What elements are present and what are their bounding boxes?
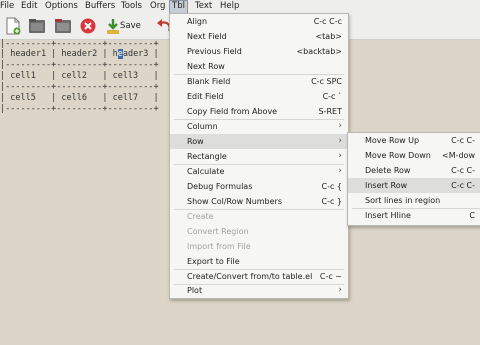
menu-item-next-field[interactable]: Next Field <tab>	[170, 29, 348, 44]
submenu-arrow-icon: ›	[338, 151, 342, 161]
table-text: ader3 |	[122, 49, 159, 59]
menu-item-calculate[interactable]: Calculate ›	[170, 164, 348, 179]
open-folder-icon[interactable]	[28, 17, 46, 35]
menu-item-create: Create	[187, 212, 214, 221]
menu-text[interactable]: Text	[195, 1, 212, 13]
table-text: | header1 | header2 | h	[0, 49, 118, 59]
menu-item-row[interactable]: Row ›	[170, 134, 348, 149]
submenu-arrow-icon: ›	[338, 136, 342, 146]
menu-item-copy-field-from-above[interactable]: Copy Field from Above S-RET	[170, 104, 348, 119]
menu-item-blank-field[interactable]: Blank Field C-c SPC	[170, 74, 348, 89]
menu-buffers[interactable]: Buffers	[85, 1, 115, 13]
menu-edit[interactable]: Edit	[21, 1, 37, 13]
menu-item-convert-region: Convert Region	[187, 227, 249, 236]
menu-org[interactable]: Org	[150, 1, 165, 13]
menu-item-move-row-up[interactable]: Move Row Up C-c C-	[348, 133, 480, 148]
menu-item-export-to-file[interactable]: Export to File	[170, 254, 348, 269]
table-line: |---------+---------+---------+	[0, 104, 159, 114]
menu-item-edit-field[interactable]: Edit Field C-c `	[170, 89, 348, 104]
menu-item-show-col-row-numbers[interactable]: Show Col/Row Numbers C-c }	[170, 194, 348, 209]
menu-tools[interactable]: Tools	[121, 1, 142, 13]
menu-item-align[interactable]: Align C-c C-c	[170, 14, 348, 29]
submenu-arrow-icon: ›	[338, 285, 342, 295]
menu-item-sort-lines-in-region[interactable]: Sort lines in region	[348, 193, 480, 208]
menu-item-previous-field[interactable]: Previous Field <backtab>	[170, 44, 348, 59]
menu-item-column[interactable]: Column ›	[170, 119, 348, 134]
menu-item-move-row-down[interactable]: Move Row Down <M-dow	[348, 148, 480, 163]
submenu-arrow-icon: ›	[338, 166, 342, 176]
menu-item-insert-row[interactable]: Insert Row C-c C-	[348, 178, 480, 193]
new-file-icon[interactable]	[4, 17, 22, 35]
menu-item-plot[interactable]: Plot ›	[170, 283, 348, 298]
menu-options[interactable]: Options	[45, 1, 78, 13]
menu-item-table-el-convert[interactable]: Create/Convert from/to table.el C-c ~	[170, 269, 348, 284]
dired-icon[interactable]	[54, 17, 72, 35]
menu-item-rectangle[interactable]: Rectangle ›	[170, 149, 348, 164]
row-submenu: Move Row Up C-c C- Move Row Down <M-dow De…	[347, 132, 480, 226]
menu-item-next-row[interactable]: Next Row	[170, 59, 348, 74]
menu-item-debug-formulas[interactable]: Debug Formulas C-c {	[170, 179, 348, 194]
menubar: File Edit Options Buffers Tools Org Tbl …	[0, 0, 480, 14]
save-button-label[interactable]: Save	[120, 21, 141, 31]
menu-tbl[interactable]: Tbl	[169, 0, 188, 14]
menu-item-insert-hline[interactable]: Insert Hline C	[348, 208, 480, 223]
submenu-arrow-icon: ›	[338, 121, 342, 131]
close-icon[interactable]	[79, 17, 97, 35]
menu-item-delete-row[interactable]: Delete Row C-c C-	[348, 163, 480, 178]
tbl-menu: Align C-c C-c Next Field <tab> Previous Fi…	[169, 13, 349, 299]
menu-item-import-from-file: Import from File	[187, 242, 251, 251]
menu-file[interactable]: File	[0, 1, 14, 13]
menu-help[interactable]: Help	[220, 1, 239, 13]
